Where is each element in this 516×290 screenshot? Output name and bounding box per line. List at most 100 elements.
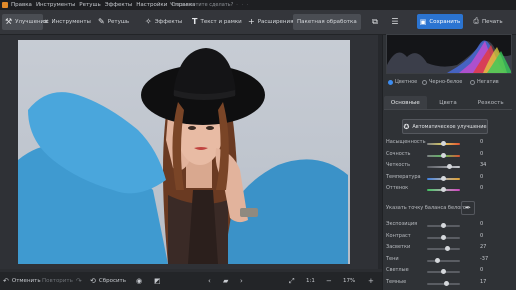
ratio-label: 1:1 bbox=[306, 278, 315, 284]
plus-icon: + bbox=[368, 277, 374, 285]
menu-bar: Правка Инструменты Ретушь Эффекты Настро… bbox=[0, 0, 516, 10]
tool-effects-button[interactable]: ✧ Эффекты bbox=[145, 14, 182, 30]
photo-canvas[interactable] bbox=[18, 40, 350, 264]
slider-track[interactable] bbox=[427, 166, 460, 168]
slider-knob[interactable] bbox=[446, 164, 452, 169]
tool-label: Текст и рамки bbox=[200, 19, 242, 25]
slider-label: Тени bbox=[386, 255, 399, 262]
slider-label: Четкость bbox=[386, 162, 411, 168]
slider-value: 0 bbox=[480, 267, 484, 273]
magic-star-icon: ✪ bbox=[403, 122, 410, 131]
save-label: Сохранить bbox=[429, 18, 461, 25]
auto-enhance-button[interactable]: ✪ Автоматическое улучшение bbox=[402, 119, 488, 134]
layout-icon: ☰ bbox=[391, 17, 399, 26]
app-logo-icon bbox=[2, 2, 8, 8]
slider-knob[interactable] bbox=[435, 257, 441, 263]
slider-knob[interactable] bbox=[441, 175, 446, 181]
zoom-value: 17% bbox=[343, 276, 355, 286]
save-button[interactable]: ▣ Сохранить bbox=[417, 14, 463, 29]
tool-label: Эффекты bbox=[154, 19, 183, 25]
preview-toggle-button[interactable]: ◉ bbox=[136, 276, 142, 286]
tool-label: Расширения bbox=[257, 19, 294, 25]
slider-knob[interactable] bbox=[441, 234, 446, 240]
slider-label: Контраст bbox=[386, 232, 411, 239]
prev-image-button[interactable]: ‹ bbox=[208, 276, 211, 286]
panel-tabs: Основные Цвета Резкость bbox=[384, 96, 512, 110]
radio-selected-icon bbox=[388, 79, 393, 85]
crop-icon: ⌗ bbox=[44, 17, 49, 26]
slider-track[interactable] bbox=[427, 248, 460, 250]
tool-extensions-button[interactable]: + Расширения bbox=[248, 14, 293, 30]
fit-screen-button[interactable]: ⤢ bbox=[289, 276, 295, 286]
mode-negative-radio[interactable]: Негатив bbox=[470, 79, 499, 85]
menu-item-retouch[interactable]: Ретушь bbox=[79, 2, 100, 8]
compare-view-button[interactable]: ⧉ bbox=[368, 14, 382, 30]
open-folder-button[interactable]: ▰ bbox=[223, 276, 228, 286]
slider-value: 17 bbox=[480, 278, 487, 285]
slider-value: 27 bbox=[480, 244, 487, 250]
actual-size-button[interactable]: 1:1 bbox=[306, 276, 315, 286]
slider-row: Светлые 0 bbox=[386, 267, 510, 276]
tab-basic[interactable]: Основные bbox=[384, 96, 427, 109]
slider-label: Светлые bbox=[386, 267, 409, 273]
tool-text-frames-button[interactable]: T Текст и рамки bbox=[192, 14, 242, 30]
tool-retouch-button[interactable]: ✎ Ретушь bbox=[98, 14, 129, 30]
slider-knob[interactable] bbox=[441, 269, 446, 274]
portrait-photo bbox=[18, 48, 348, 264]
before-after-button[interactable]: ◩ bbox=[154, 276, 161, 286]
tab-sharpness[interactable]: Резкость bbox=[469, 96, 512, 109]
compare-icon: ⧉ bbox=[372, 17, 378, 26]
undo-button[interactable]: ↶ Отменить bbox=[3, 276, 41, 286]
menu-item-settings[interactable]: Настройки bbox=[136, 2, 167, 8]
tool-batch-button[interactable]: Пакетная обработка bbox=[293, 14, 361, 30]
reset-button[interactable]: ⟲ Сбросить bbox=[90, 276, 126, 286]
slider-knob[interactable] bbox=[443, 280, 449, 286]
slider-knob[interactable] bbox=[441, 223, 446, 228]
search-field[interactable]: Что вы хотите сделать? · · · bbox=[170, 1, 249, 9]
slider-value: 0 bbox=[480, 173, 484, 180]
menu-item-edit[interactable]: Правка bbox=[11, 2, 32, 8]
before-after-icon: ◩ bbox=[154, 277, 161, 285]
undo-icon: ↶ bbox=[3, 277, 9, 285]
slider-value: 0 bbox=[480, 232, 484, 239]
minus-icon: − bbox=[326, 277, 332, 285]
print-button[interactable]: ⎙ Печать bbox=[466, 14, 510, 29]
text-icon: T bbox=[192, 17, 198, 26]
slider-row: Четкость 34 bbox=[386, 162, 510, 171]
eyedropper-icon: ✒ bbox=[465, 204, 471, 212]
next-image-button[interactable]: › bbox=[240, 276, 243, 286]
bottom-bar: ↶ Отменить Повторить ↷ ⟲ Сбросить ◉ ◩ ‹ … bbox=[0, 272, 382, 290]
print-label: Печать bbox=[482, 18, 503, 25]
tool-enhancements-button[interactable]: ⚒ Улучшения bbox=[2, 14, 47, 30]
auto-enhance-label: Автоматическое улучшение bbox=[412, 123, 487, 130]
slider-knob[interactable] bbox=[441, 187, 446, 192]
menu-item-tools[interactable]: Инструменты bbox=[36, 2, 75, 8]
menu-item-effects[interactable]: Эффекты bbox=[105, 2, 133, 8]
slider-knob[interactable] bbox=[445, 246, 451, 251]
radio-icon bbox=[422, 79, 427, 85]
slider-track[interactable] bbox=[427, 259, 460, 262]
zoom-value-text: 17% bbox=[343, 278, 356, 284]
slider-value: 34 bbox=[480, 162, 487, 168]
histogram-graph bbox=[387, 40, 511, 73]
slider-knob[interactable] bbox=[441, 152, 446, 158]
tab-colors[interactable]: Цвета bbox=[427, 96, 470, 109]
mode-color-radio[interactable]: Цветное bbox=[388, 79, 417, 85]
brush-icon: ✎ bbox=[98, 17, 105, 26]
slider-row: Контраст 0 bbox=[386, 233, 510, 242]
slider-value: 0 bbox=[480, 185, 484, 191]
redo-label: Повторить bbox=[42, 278, 73, 284]
slider-label: Темные bbox=[386, 278, 407, 285]
redo-button[interactable]: Повторить ↷ bbox=[42, 276, 82, 286]
slider-knob[interactable] bbox=[441, 141, 446, 146]
zoom-out-button[interactable]: − bbox=[326, 276, 332, 286]
zoom-in-button[interactable]: + bbox=[368, 276, 374, 286]
chevron-right-icon: › bbox=[240, 277, 243, 285]
floppy-icon: ▣ bbox=[419, 17, 427, 26]
layout-button[interactable]: ☰ bbox=[388, 14, 402, 30]
eyedropper-button[interactable]: ✒ bbox=[461, 201, 475, 215]
mode-bw-radio[interactable]: Черно-белое bbox=[422, 79, 462, 85]
radio-icon bbox=[470, 79, 475, 85]
tool-tools-button[interactable]: ⌗ Инструменты bbox=[44, 14, 91, 30]
eye-icon: ◉ bbox=[136, 277, 143, 285]
